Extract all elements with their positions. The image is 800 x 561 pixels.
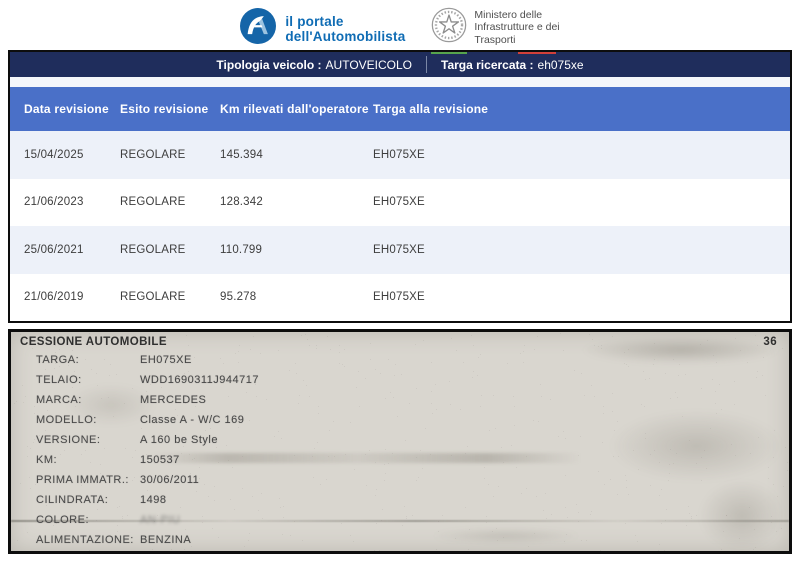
field-value: Classe A - W/C 169 xyxy=(140,414,244,426)
query-targa: Targa ricercata : eh075xe xyxy=(441,58,584,72)
document-page-number: 36 xyxy=(763,336,777,348)
revisions-table: Data revisione Esito revisione Km rileva… xyxy=(10,87,790,321)
field-value: EH075XE xyxy=(140,354,192,366)
field-label: COLORE: xyxy=(36,514,140,526)
site-header: il portale dell'Automobilista Ministero … xyxy=(0,0,800,50)
cell-data-revisione: 25/06/2021 xyxy=(24,244,120,256)
table-row: 21/06/2019 REGOLARE 95.278 EH075XE xyxy=(10,274,790,322)
cell-esito-revisione: REGOLARE xyxy=(120,291,220,303)
ministry-logo-text: Ministero delle Infrastrutture e dei Tra… xyxy=(474,9,559,47)
query-divider xyxy=(426,56,427,73)
targa-value: eh075xe xyxy=(538,58,584,72)
field-value: 1498 xyxy=(140,494,166,506)
cell-targa: EH075XE xyxy=(373,291,790,303)
field-label: ALIMENTAZIONE: xyxy=(36,534,140,546)
table-header-row: Data revisione Esito revisione Km rileva… xyxy=(10,87,790,131)
cell-targa: EH075XE xyxy=(373,196,790,208)
cell-data-revisione: 15/04/2025 xyxy=(24,149,120,161)
doc-field-km: KM: 150537 xyxy=(36,450,789,470)
table-row: 21/06/2023 REGOLARE 128.342 EH075XE xyxy=(10,179,790,227)
cell-targa: EH075XE xyxy=(373,244,790,256)
ministry-line3: Trasporti xyxy=(474,34,559,47)
field-label: TARGA: xyxy=(36,354,140,366)
portal-logo-text: il portale dell'Automobilista xyxy=(285,14,405,44)
ministry-emblem-icon xyxy=(431,7,467,48)
cell-esito-revisione: REGOLARE xyxy=(120,196,220,208)
column-header-esito-revisione: Esito revisione xyxy=(120,102,220,116)
field-label: MODELLO: xyxy=(36,414,140,426)
table-row: 15/04/2025 REGOLARE 145.394 EH075XE xyxy=(10,131,790,179)
doc-field-alimentazione: ALIMENTAZIONE: BENZINA xyxy=(36,530,789,550)
cell-esito-revisione: REGOLARE xyxy=(120,149,220,161)
table-row: 25/06/2021 REGOLARE 110.799 EH075XE xyxy=(10,226,790,274)
doc-field-targa: TARGA: EH075XE xyxy=(36,350,789,370)
results-panel: Tipologia veicolo : AUTOVEICOLO Targa ric… xyxy=(8,50,792,323)
cell-km: 95.278 xyxy=(220,291,373,303)
field-value: WDD1690311J944717 xyxy=(140,374,259,386)
field-value: 30/06/2011 xyxy=(140,474,199,486)
doc-field-telaio: TELAIO: WDD1690311J944717 xyxy=(36,370,789,390)
tipologia-label: Tipologia veicolo : xyxy=(216,58,321,72)
cell-km: 128.342 xyxy=(220,196,373,208)
portal-logo-line1: il portale xyxy=(285,14,405,29)
panel-gap xyxy=(10,77,790,87)
field-label: CILINDRATA: xyxy=(36,494,140,506)
doc-field-modello: MODELLO: Classe A - W/C 169 xyxy=(36,410,789,430)
portal-logo-icon xyxy=(240,8,276,49)
field-value: 150537 xyxy=(140,454,180,466)
column-header-targa-revisione: Targa alla revisione xyxy=(373,102,790,116)
cell-esito-revisione: REGOLARE xyxy=(120,244,220,256)
field-value: MERCEDES xyxy=(140,394,206,406)
doc-field-marca: MARCA: MERCEDES xyxy=(36,390,789,410)
cell-km: 145.394 xyxy=(220,149,373,161)
doc-field-prima-immatricolazione: PRIMA IMMATR.: 30/06/2011 xyxy=(36,470,789,490)
cell-data-revisione: 21/06/2023 xyxy=(24,196,120,208)
italy-flag-underline-icon xyxy=(431,52,559,54)
cell-km: 110.799 xyxy=(220,244,373,256)
document-panel: CESSIONE AUTOMOBILE 36 TARGA: EH075XE TE… xyxy=(8,329,792,554)
targa-label: Targa ricercata : xyxy=(441,58,534,72)
field-label: KM: xyxy=(36,454,140,466)
document-title: CESSIONE AUTOMOBILE xyxy=(20,336,167,348)
ministry-line1: Ministero delle xyxy=(474,9,559,22)
column-header-km-rilevati: Km rilevati dall'operatore xyxy=(220,102,373,116)
document-fields: TARGA: EH075XE TELAIO: WDD1690311J944717… xyxy=(11,350,789,550)
field-label: PRIMA IMMATR.: xyxy=(36,474,140,486)
column-header-data-revisione: Data revisione xyxy=(24,102,120,116)
cell-data-revisione: 21/06/2019 xyxy=(24,291,120,303)
doc-field-cilindrata: CILINDRATA: 1498 xyxy=(36,490,789,510)
portal-logo: il portale dell'Automobilista xyxy=(240,5,405,49)
field-value: A 160 be Style xyxy=(140,434,218,446)
ministry-logo: Ministero delle Infrastrutture e dei Tra… xyxy=(431,5,559,54)
query-bar: Tipologia veicolo : AUTOVEICOLO Targa ric… xyxy=(10,52,790,77)
field-label: TELAIO: xyxy=(36,374,140,386)
field-value-illegible: AN-PIU xyxy=(140,514,180,526)
portal-logo-line2: dell'Automobilista xyxy=(285,29,405,44)
field-value: BENZINA xyxy=(140,534,191,546)
query-tipologia: Tipologia veicolo : AUTOVEICOLO xyxy=(216,58,412,72)
tipologia-value: AUTOVEICOLO xyxy=(326,58,412,72)
ministry-line2: Infrastrutture e dei xyxy=(474,21,559,34)
cell-targa: EH075XE xyxy=(373,149,790,161)
field-label: VERSIONE: xyxy=(36,434,140,446)
doc-field-versione: VERSIONE: A 160 be Style xyxy=(36,430,789,450)
field-label: MARCA: xyxy=(36,394,140,406)
doc-field-colore: COLORE: AN-PIU xyxy=(36,510,789,530)
